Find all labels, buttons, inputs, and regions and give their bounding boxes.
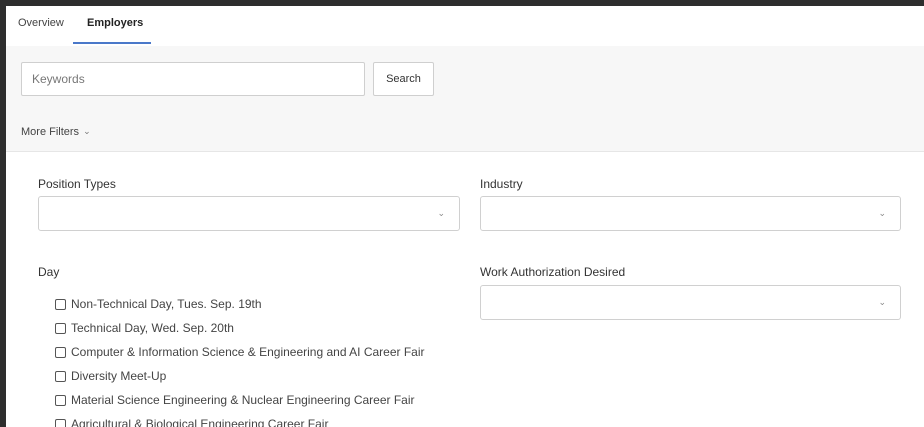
checkbox[interactable] xyxy=(55,418,66,427)
tab-overview[interactable]: Overview xyxy=(18,17,64,29)
more-filters-label: More Filters xyxy=(21,126,80,138)
chevron-down-icon: ⌄ xyxy=(83,125,91,136)
checkbox[interactable] xyxy=(55,346,66,358)
day-option[interactable]: Agricultural & Biological Engineering Ca… xyxy=(55,412,425,427)
day-option-label: Diversity Meet-Up xyxy=(71,369,167,383)
day-option[interactable]: Non-Technical Day, Tues. Sep. 19th xyxy=(55,292,425,316)
chevron-down-icon: ⌄ xyxy=(437,208,445,218)
active-tab-indicator xyxy=(73,42,151,44)
work-authorization-select[interactable]: ⌄ xyxy=(480,285,901,320)
checkbox[interactable] xyxy=(55,394,66,406)
checkbox[interactable] xyxy=(55,322,66,334)
app-frame: Overview Employers Search More Filters ⌄… xyxy=(6,6,924,427)
position-types-select[interactable]: ⌄ xyxy=(38,196,460,231)
chevron-down-icon: ⌄ xyxy=(878,297,886,307)
tab-employers[interactable]: Employers xyxy=(87,17,143,29)
day-label: Day xyxy=(38,265,60,279)
keywords-input[interactable] xyxy=(21,62,365,96)
day-option-label: Agricultural & Biological Engineering Ca… xyxy=(71,417,329,427)
work-authorization-label: Work Authorization Desired xyxy=(480,265,626,279)
more-filters-bar: More Filters ⌄ xyxy=(6,116,924,152)
search-bar: Search xyxy=(6,46,924,116)
day-option-label: Technical Day, Wed. Sep. 20th xyxy=(71,321,234,335)
day-option[interactable]: Computer & Information Science & Enginee… xyxy=(55,340,425,364)
day-option-label: Computer & Information Science & Enginee… xyxy=(71,345,425,359)
checkbox[interactable] xyxy=(55,370,66,382)
industry-label: Industry xyxy=(480,177,523,191)
filter-panel: Position Types ⌄ Industry ⌄ Day Non-Tech… xyxy=(6,153,924,427)
search-button[interactable]: Search xyxy=(373,62,434,96)
industry-select[interactable]: ⌄ xyxy=(480,196,901,231)
checkbox[interactable] xyxy=(55,298,66,310)
chevron-down-icon: ⌄ xyxy=(878,208,886,218)
tab-bar: Overview Employers xyxy=(6,6,924,46)
position-types-label: Position Types xyxy=(38,177,116,191)
day-option-label: Non-Technical Day, Tues. Sep. 19th xyxy=(71,297,262,311)
day-options-list: Non-Technical Day, Tues. Sep. 19th Techn… xyxy=(55,292,425,427)
day-option[interactable]: Technical Day, Wed. Sep. 20th xyxy=(55,316,425,340)
more-filters-toggle[interactable]: More Filters ⌄ xyxy=(21,125,91,139)
day-option-label: Material Science Engineering & Nuclear E… xyxy=(71,393,415,407)
day-option[interactable]: Diversity Meet-Up xyxy=(55,364,425,388)
day-option[interactable]: Material Science Engineering & Nuclear E… xyxy=(55,388,425,412)
